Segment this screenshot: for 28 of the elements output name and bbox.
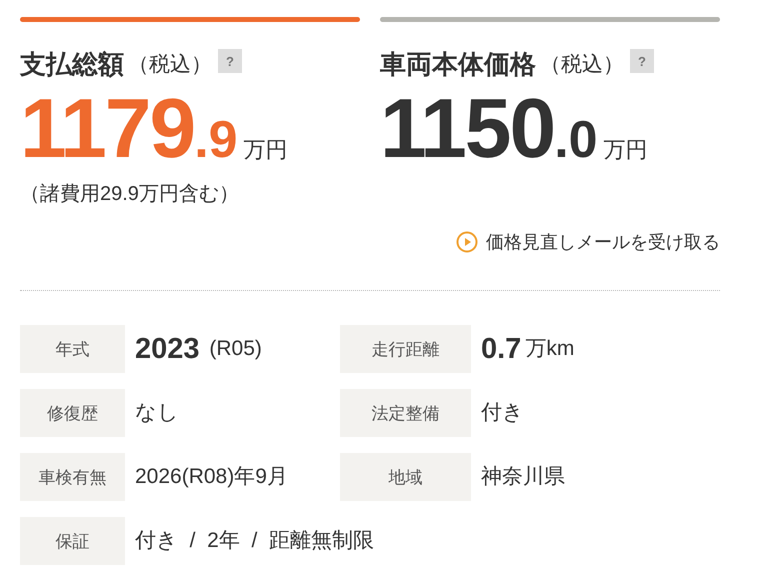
spec-label: 地域 — [340, 453, 471, 501]
spec-value: 2026(R08)年9月 — [135, 464, 289, 490]
price-decimal: .9 — [194, 110, 238, 170]
price-unit: 万円 — [244, 136, 288, 164]
fee-note: （諸費用29.9万円含む） — [20, 182, 239, 207]
spec-value: 2023 (R05) — [135, 332, 263, 367]
price-decimal: .0 — [554, 110, 598, 170]
price-title: 車両本体価格 — [380, 48, 536, 80]
help-button[interactable]: ? — [218, 49, 242, 73]
spec-label: 保証 — [20, 517, 125, 565]
price-integer: 1150 — [380, 84, 554, 172]
spec-label: 年式 — [20, 325, 125, 373]
spec-label: 修復歴 — [20, 389, 125, 437]
price-integer: 1179 — [20, 84, 194, 172]
spec-value: 付き — [481, 400, 525, 426]
spec-value: 付き / 2年 / 距離無制限 — [135, 528, 376, 554]
price-unit: 万円 — [604, 136, 648, 164]
spec-label: 走行距離 — [340, 325, 471, 373]
spec-value: なし — [135, 400, 180, 426]
help-button[interactable]: ? — [630, 49, 654, 73]
price-alert-link[interactable]: 価格見直しメールを受け取る — [456, 230, 720, 254]
spec-label: 車検有無 — [20, 453, 125, 501]
spec-value: 神奈川県 — [481, 464, 566, 490]
tax-label: （税込） — [540, 52, 624, 78]
price-title: 支払総額 — [20, 48, 124, 80]
tax-label: （税込） — [128, 52, 212, 78]
play-icon — [456, 231, 478, 253]
spec-label: 法定整備 — [340, 389, 471, 437]
